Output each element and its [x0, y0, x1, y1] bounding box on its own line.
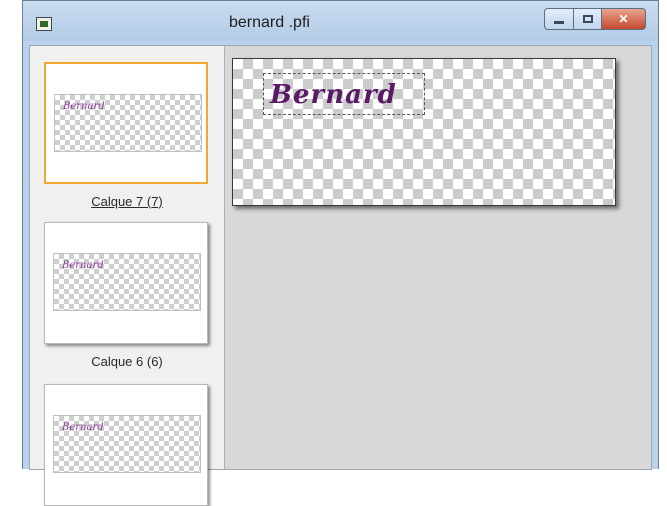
layer-thumbnail[interactable]: Bernard [44, 222, 208, 344]
canvas-text: Bernard [270, 80, 397, 110]
maximize-button[interactable] [574, 8, 602, 30]
layer-thumbnail-canvas: Bernard [54, 94, 202, 152]
layer-label[interactable]: Calque 7 (7) [44, 194, 210, 209]
caption-buttons: ✕ [544, 8, 646, 36]
layer-thumbnail-text: Bernard [62, 260, 104, 271]
document-window: bernard .pfi ✕ Bernard Calque 7 (7) Bern… [22, 0, 659, 506]
pfi-document-icon[interactable] [36, 17, 52, 31]
layer-item[interactable]: Bernard Calque 6 (6) [44, 222, 210, 369]
document-client-area: Bernard Calque 7 (7) Bernard Calque 6 (6… [29, 45, 652, 506]
layer-item[interactable]: Bernard [44, 384, 210, 506]
close-button[interactable]: ✕ [602, 8, 646, 30]
title-bar[interactable]: bernard .pfi ✕ [23, 1, 658, 41]
minimize-button[interactable] [544, 8, 574, 30]
window-title: bernard .pfi [229, 14, 310, 31]
maximize-icon [582, 15, 593, 23]
layer-thumbnail[interactable]: Bernard [44, 62, 208, 184]
selection-marquee[interactable]: Bernard [263, 73, 425, 115]
close-icon: ✕ [618, 12, 629, 26]
layer-thumbnail-canvas: Bernard [53, 415, 201, 473]
layer-thumbnail-text: Bernard [63, 101, 105, 112]
image-canvas[interactable]: Bernard [232, 58, 616, 206]
layer-thumbnail-canvas: Bernard [53, 253, 201, 311]
layer-panel: Bernard Calque 7 (7) Bernard Calque 6 (6… [30, 46, 225, 506]
minimize-icon [554, 20, 564, 24]
layer-item[interactable]: Bernard Calque 7 (7) [44, 62, 210, 209]
layer-thumbnail-text: Bernard [62, 422, 104, 433]
layer-thumbnail[interactable]: Bernard [44, 384, 208, 506]
layer-label[interactable]: Calque 6 (6) [44, 354, 210, 369]
